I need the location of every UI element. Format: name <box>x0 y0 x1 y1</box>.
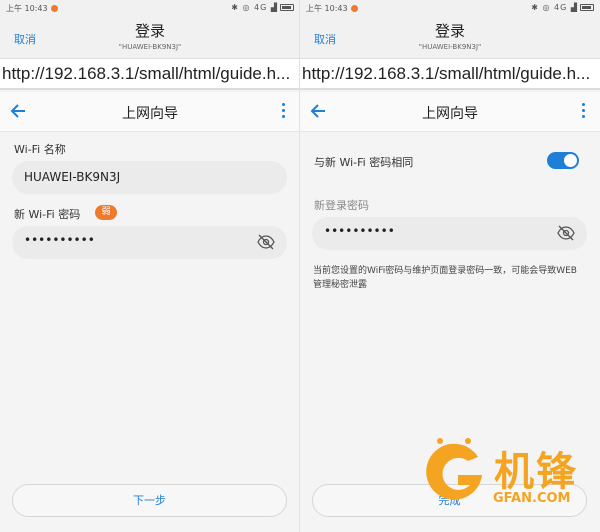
status-bar: 上午 10:43 ✱ ◎ 4G ▟ <box>6 2 294 16</box>
more-vert-icon[interactable] <box>280 103 286 121</box>
dialog-title: 登录 <box>434 22 465 40</box>
status-time: 上午 10:43 <box>6 4 48 13</box>
wifi-password-label: 新 Wi-Fi 密码 <box>14 208 81 221</box>
dialog-header: 上午 10:43 ✱ ◎ 4G ▟ 取消 登录 "HUAWEI-BK9N3J" <box>0 0 300 58</box>
password-strength-badge: 弱 <box>95 205 117 220</box>
app-bar: 上网向导 <box>0 92 300 132</box>
signal-label: 4G <box>554 3 568 12</box>
wifi-password-input[interactable]: •••••••••• <box>12 226 287 259</box>
login-password-value: •••••••••• <box>324 224 395 238</box>
status-bar: 上午 10:43 ✱ ◎ 4G ▟ <box>306 2 594 16</box>
page-title: 上网向导 <box>422 106 478 122</box>
battery-icon <box>580 4 594 11</box>
gfan-watermark: 机锋 GFAN.COM <box>418 433 598 523</box>
dialog-title: 登录 <box>134 22 165 40</box>
warning-note: 当前您设置的WiFi密码与维护页面登录密码一致，可能会导致WEB管理秘密泄露 <box>313 266 577 290</box>
battery-icon <box>280 4 294 11</box>
next-button[interactable]: 下一步 <box>12 484 287 517</box>
same-as-wifi-toggle[interactable] <box>547 152 579 169</box>
eye-off-icon[interactable] <box>557 225 575 241</box>
status-time: 上午 10:43 <box>306 4 348 13</box>
watermark-en: GFAN.COM <box>493 491 571 506</box>
dialog-subtitle: "HUAWEI-BK9N3J" <box>118 43 182 51</box>
gfan-logo-icon <box>426 438 482 500</box>
dialog-header: 上午 10:43 ✱ ◎ 4G ▟ 取消 登录 "HUAWEI-BK9N3J" <box>300 0 600 58</box>
status-icons: ✱ ◎ 4G ▟ <box>231 3 294 12</box>
login-password-label: 新登录密码 <box>314 199 369 212</box>
notification-dot-icon <box>50 5 58 12</box>
wifi-name-label: Wi-Fi 名称 <box>14 143 66 156</box>
eye-off-icon[interactable] <box>257 234 275 250</box>
same-as-wifi-label: 与新 Wi-Fi 密码相同 <box>314 156 414 169</box>
status-icons: ✱ ◎ 4G ▟ <box>531 3 594 12</box>
app-bar: 上网向导 <box>300 92 600 132</box>
wifi-password-value: •••••••••• <box>24 233 95 247</box>
signal-label: 4G <box>254 3 268 12</box>
dialog-subtitle: "HUAWEI-BK9N3J" <box>418 43 482 51</box>
left-screen: 上午 10:43 ✱ ◎ 4G ▟ 取消 登录 "HUAWEI-BK9N3J" … <box>0 0 300 532</box>
wifi-name-input[interactable]: HUAWEI-BK9N3J <box>12 161 287 194</box>
page-title: 上网向导 <box>122 106 178 122</box>
url-bar[interactable]: http://192.168.3.1/small/html/guide.h... <box>0 58 300 90</box>
more-vert-icon[interactable] <box>580 103 586 121</box>
watermark-cn: 机锋 <box>494 449 578 495</box>
login-password-input[interactable]: •••••••••• <box>312 217 587 250</box>
url-bar[interactable]: http://192.168.3.1/small/html/guide.h... <box>300 58 600 90</box>
notification-dot-icon <box>350 5 358 12</box>
